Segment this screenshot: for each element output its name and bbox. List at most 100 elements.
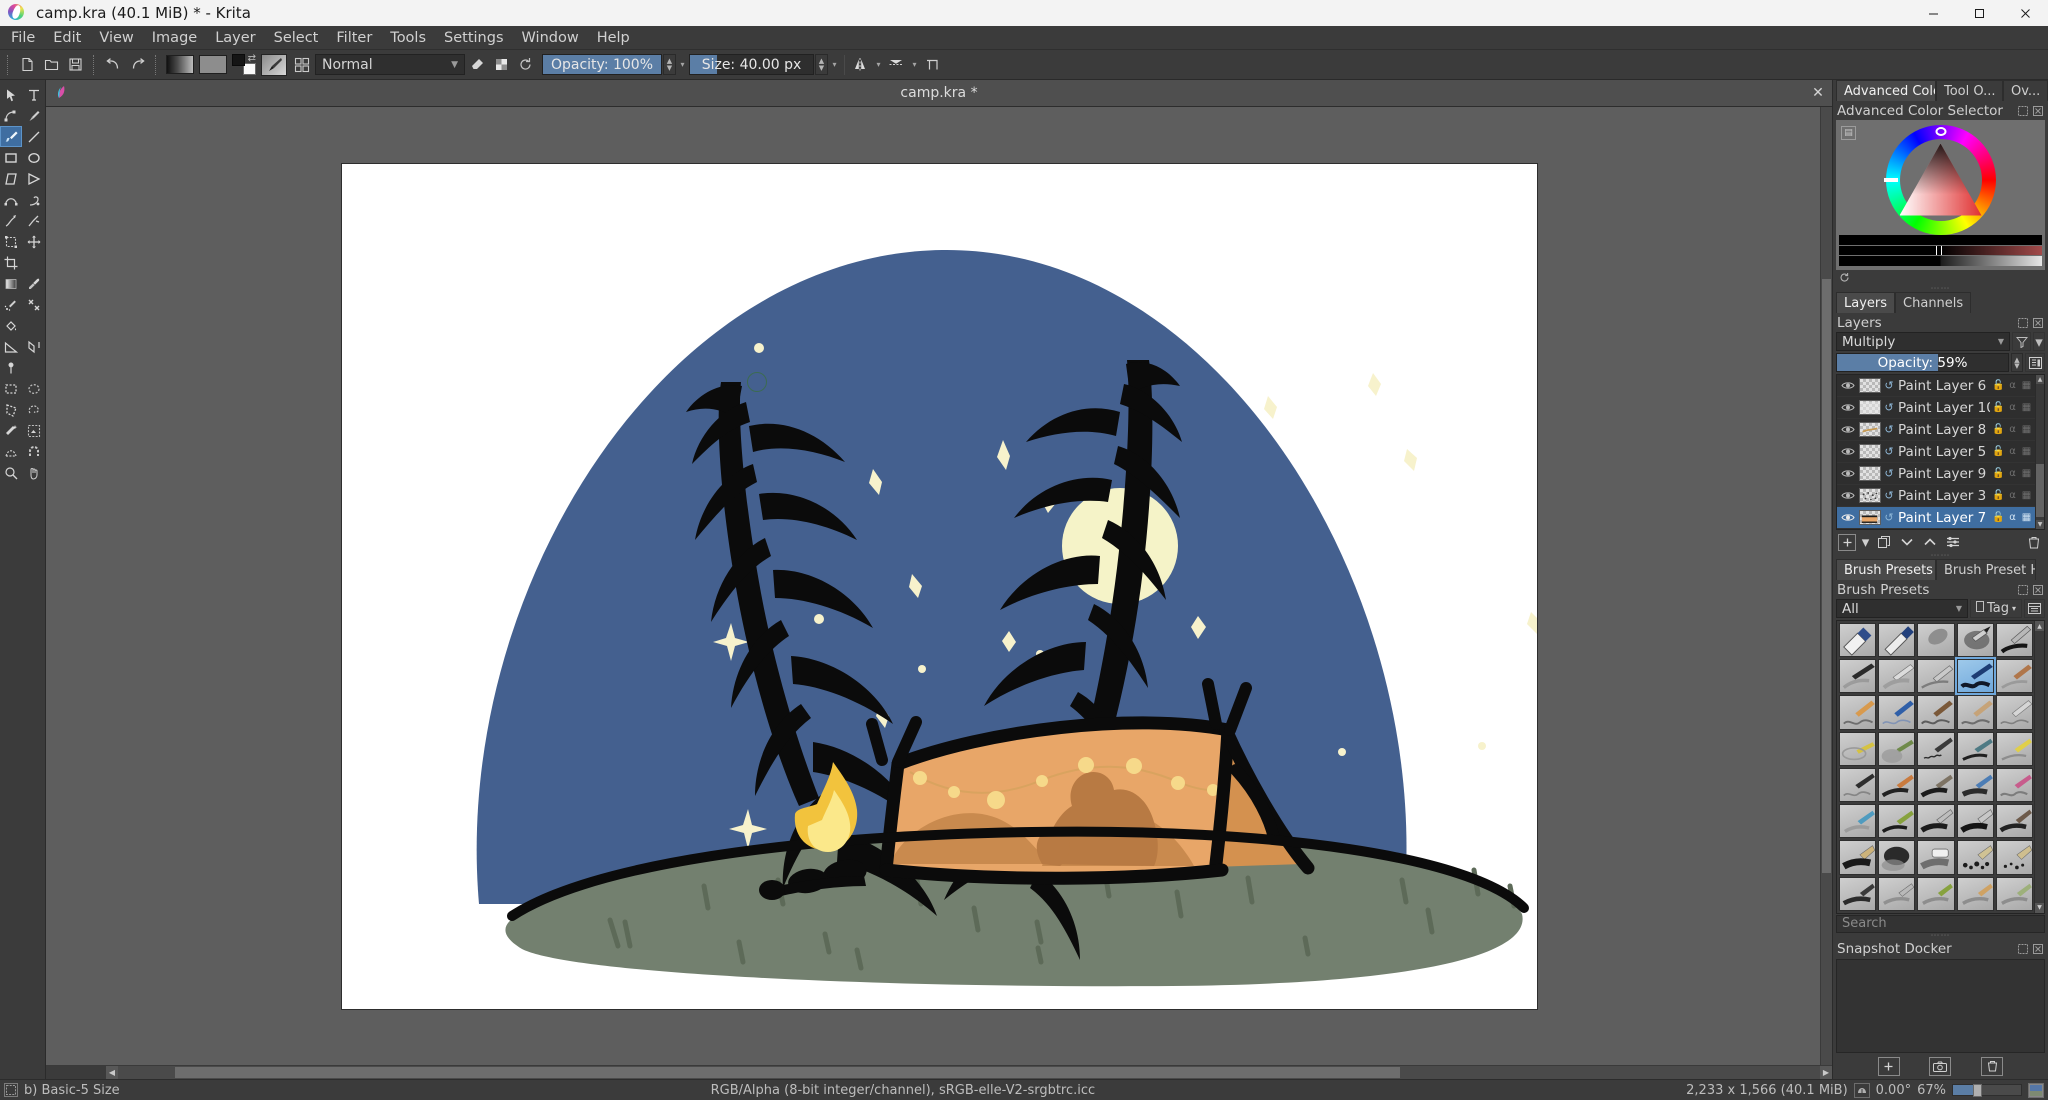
brush-preset-pen-orange[interactable] — [1839, 695, 1877, 730]
canvas-paper[interactable] — [341, 163, 1537, 1009]
alpha-inherit-icon[interactable]: α — [2007, 402, 2018, 414]
brush-preset-smudge[interactable] — [1956, 623, 1994, 658]
brush-preset-splatter[interactable] — [1995, 804, 2033, 839]
close-docker-icon[interactable] — [2031, 104, 2044, 117]
add-layer-icon[interactable] — [1838, 533, 1856, 551]
color-history-bars[interactable] — [1839, 235, 2042, 267]
dock-splitter-3[interactable]: ⋯⋯ — [1833, 931, 2048, 941]
brush-search-input[interactable]: Search — [1836, 914, 2045, 933]
onion-skin-icon[interactable]: ↺ — [1883, 423, 1895, 436]
lock-icon[interactable]: 🔓 — [1992, 512, 2004, 524]
table-row[interactable]: ↺ Paint Layer 8 🔓 α ▦ — [1837, 419, 2044, 441]
alpha-lock-icon[interactable]: ▦ — [2021, 490, 2032, 502]
layer-visibility-icon[interactable] — [1839, 422, 1856, 438]
memory-usage-icon[interactable] — [1853, 1082, 1870, 1098]
float-docker-icon[interactable] — [2016, 316, 2029, 329]
selection-mask-icon[interactable] — [4, 1083, 18, 1097]
delete-snapshot-icon[interactable] — [1981, 1056, 2004, 1076]
reference-images-tool[interactable] — [23, 336, 45, 357]
float-docker-icon[interactable] — [2016, 943, 2029, 956]
brush-preset-wide-flat[interactable] — [1839, 840, 1877, 875]
polygon-tool[interactable] — [0, 168, 22, 189]
wrap-around-mode-icon[interactable] — [921, 53, 944, 76]
brush-preset-pencil-tan[interactable] — [1956, 695, 1994, 730]
layer-visibility-icon[interactable] — [1839, 466, 1856, 482]
smart-patch-tool[interactable] — [23, 294, 45, 315]
layer-filter-dropdown-icon[interactable]: ▾ — [2033, 332, 2045, 351]
onion-skin-icon[interactable]: ↺ — [1883, 511, 1895, 524]
brush-preset-grain[interactable] — [1995, 840, 2033, 875]
brush-preset-soft-blob[interactable] — [1878, 840, 1916, 875]
undo-icon[interactable] — [102, 53, 125, 76]
layer-list-scrollbar[interactable]: ▲ ▼ — [2035, 375, 2044, 529]
line-tool[interactable] — [23, 126, 45, 147]
brush-preset-bristle-orange[interactable] — [1878, 767, 1916, 803]
brush-preset-flat-brush[interactable] — [1956, 804, 1994, 839]
brush-grid-scrollbar[interactable]: ▲ ▼ — [2034, 621, 2044, 913]
layer-thumbnail[interactable] — [1859, 422, 1881, 437]
onion-skin-icon[interactable]: ↺ — [1883, 467, 1895, 480]
canvas-rotation-label[interactable]: 0.00° — [1876, 1083, 1911, 1098]
magnetic-select-tool[interactable] — [23, 441, 45, 462]
menu-tools[interactable]: Tools — [381, 27, 435, 49]
maximize-icon[interactable] — [1956, 0, 2002, 26]
layer-list[interactable]: ↺ Paint Layer 6 🔓 α ▦ ↺ Paint Layer 10 🔓… — [1836, 374, 2045, 530]
snapshot-list[interactable] — [1836, 958, 2045, 1053]
alpha-inherit-icon[interactable]: α — [2007, 446, 2018, 458]
onion-skin-icon[interactable]: ↺ — [1883, 489, 1895, 502]
table-row[interactable]: ↺ Paint Layer 10 🔓 α ▦ — [1837, 397, 2044, 419]
layer-thumbnail[interactable] — [1859, 510, 1881, 525]
menu-help[interactable]: Help — [588, 27, 639, 49]
brush-preset-blue-pencil[interactable] — [1878, 695, 1916, 730]
brush-preset-blue-marker[interactable] — [1956, 767, 1994, 803]
tab-brush-preset-history[interactable]: Brush Preset History — [1936, 559, 2036, 580]
brush-preset-grid[interactable]: ▲ ▼ — [1836, 620, 2045, 914]
brush-preset-chisel[interactable] — [1839, 876, 1877, 911]
brush-preset-basic-5-size[interactable] — [1954, 657, 1996, 696]
minimize-icon[interactable] — [1910, 0, 1956, 26]
assistant-tool[interactable] — [0, 357, 22, 378]
layer-name[interactable]: Paint Layer 8 — [1898, 422, 1990, 438]
alpha-lock-icon[interactable]: ▦ — [2021, 424, 2032, 436]
brush-preset-ink-brush[interactable] — [1839, 659, 1877, 694]
brush-preset-eraser-hard[interactable] — [1878, 623, 1916, 658]
choose-brush-preset-icon[interactable] — [290, 53, 314, 76]
open-document-icon[interactable] — [40, 53, 63, 76]
text-tool[interactable] — [23, 84, 45, 105]
layer-name[interactable]: Paint Layer 7 — [1898, 510, 1990, 526]
close-docker-icon[interactable] — [2031, 583, 2044, 596]
alpha-lock-icon[interactable]: ▦ — [2021, 402, 2032, 414]
layer-blending-mode-combo[interactable]: Multiply ▼ — [1836, 332, 2010, 351]
layer-name[interactable]: Paint Layer 6 — [1898, 378, 1990, 394]
lock-icon[interactable]: 🔓 — [1992, 446, 2004, 458]
opacity-slider[interactable]: Opacity: 100% — [542, 54, 662, 75]
menu-edit[interactable]: Edit — [44, 27, 90, 49]
brush-preset-highlighter[interactable] — [1995, 731, 2033, 766]
menu-file[interactable]: File — [2, 27, 44, 49]
close-docker-icon[interactable] — [2031, 316, 2044, 329]
reset-brush-icon[interactable] — [514, 53, 537, 76]
layer-thumbnail[interactable] — [1859, 400, 1881, 415]
color-sampler-tool[interactable] — [23, 273, 45, 294]
lock-icon[interactable]: 🔓 — [1992, 468, 2004, 480]
brush-preset-pen-yellow[interactable] — [1839, 731, 1877, 766]
fill-tool[interactable] — [0, 315, 22, 336]
table-row[interactable]: ↺ Paint Layer 5 🔓 α ▦ — [1837, 441, 2044, 463]
layer-visibility-icon[interactable] — [1839, 444, 1856, 460]
tab-brush-presets[interactable]: Brush Presets — [1836, 559, 1936, 580]
freehand-select-tool[interactable] — [23, 399, 45, 420]
layer-opacity-slider[interactable]: Opacity: 59% — [1836, 353, 2009, 372]
add-snapshot-icon[interactable] — [1877, 1056, 1900, 1076]
layer-thumbnail[interactable] — [1859, 466, 1881, 481]
move-layer-up-icon[interactable] — [1921, 534, 1939, 551]
multibrush-tool[interactable] — [23, 210, 45, 231]
camera-snapshot-icon[interactable] — [1929, 1056, 1952, 1076]
brush-tag-filter-combo[interactable]: All ▼ — [1836, 599, 1968, 618]
brush-preset-green-marker[interactable] — [1878, 804, 1916, 839]
onion-skin-icon[interactable]: ↺ — [1883, 445, 1895, 458]
menu-view[interactable]: View — [90, 27, 142, 49]
float-docker-icon[interactable] — [2016, 104, 2029, 117]
save-document-icon[interactable] — [64, 53, 87, 76]
layer-name[interactable]: Paint Layer 10 — [1898, 400, 1990, 416]
alpha-inherit-icon[interactable]: α — [2007, 512, 2018, 524]
